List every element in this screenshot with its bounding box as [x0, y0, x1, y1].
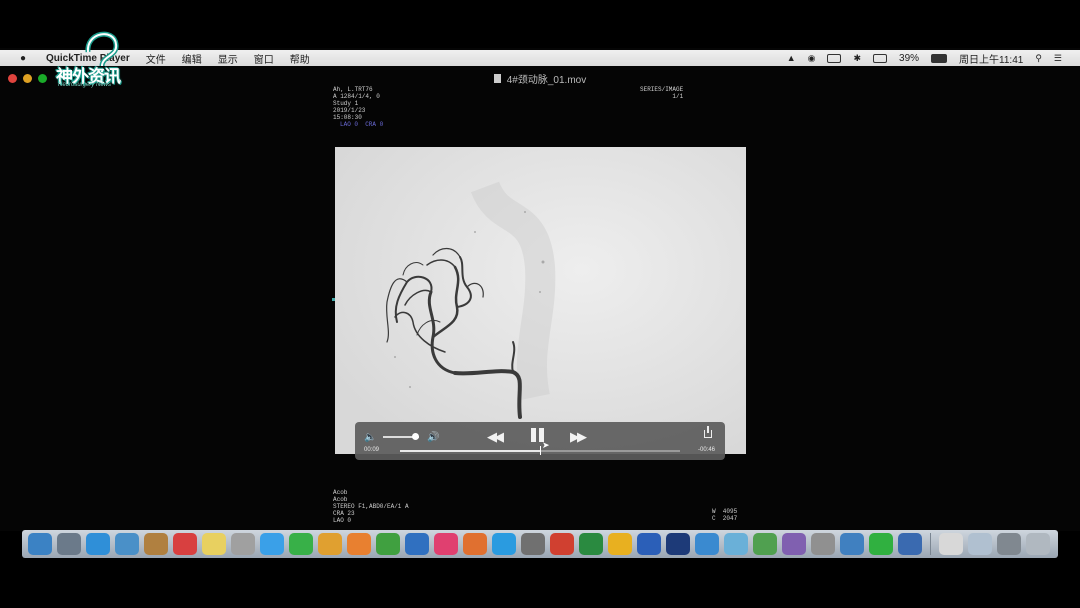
dock-ibooks-icon[interactable]	[463, 533, 487, 555]
dock-folder-icon[interactable]	[695, 533, 719, 555]
dock-preview-icon[interactable]	[115, 533, 139, 555]
spotlight-search-icon[interactable]: ⚲	[1035, 53, 1042, 64]
menu-view[interactable]: 显示	[218, 51, 238, 66]
dicom-window-level: W 4095 C 2047	[712, 508, 738, 522]
apple-menu-icon[interactable]: ●	[18, 53, 28, 64]
notification-center-icon[interactable]: ☰	[1054, 53, 1062, 64]
battery-percent: 39%	[899, 52, 920, 64]
dicom-series-info: SERIES/IMAGE 1/1	[640, 86, 684, 100]
movie-file-icon	[493, 73, 501, 83]
dock-safari-icon[interactable]	[86, 533, 110, 555]
dock-stickies-icon[interactable]	[202, 533, 226, 555]
dock-facetime-icon[interactable]	[289, 533, 313, 555]
playback-controls[interactable]: 🔈 🔊 ◀◀ ▶▶ 00:09 -00:46	[355, 422, 725, 460]
volume-high-icon[interactable]: 🔊	[427, 432, 439, 443]
dock-itunes-icon[interactable]	[434, 533, 458, 555]
scrubber-playhead[interactable]	[540, 446, 541, 455]
dock-pdf-icon[interactable]	[550, 533, 574, 555]
volume-knob[interactable]	[412, 433, 420, 440]
battery-icon[interactable]	[931, 53, 948, 63]
video-frame[interactable]	[335, 147, 746, 454]
dock-excel-icon[interactable]	[579, 533, 603, 555]
dock-iqiyi-icon[interactable]	[869, 533, 893, 555]
dicom-acquisition-info: Acob Acob STEREO F1,ABD0/EA/1 A CRA 23 L…	[333, 489, 409, 524]
sync-icon[interactable]: ◉	[808, 53, 816, 64]
dock-calendar-icon[interactable]	[173, 533, 197, 555]
dicom-angle-info: LAO 0 CRA 0	[340, 121, 384, 128]
dock-pages-icon[interactable]	[347, 533, 371, 555]
dock-document-icon[interactable]	[939, 533, 963, 555]
volume-low-icon[interactable]: 🔈	[364, 432, 376, 443]
share-icon[interactable]	[704, 426, 712, 438]
dock-scanner-icon[interactable]	[811, 533, 835, 555]
dock-numbers-icon[interactable]	[376, 533, 400, 555]
bluetooth-icon[interactable]: ✱	[853, 53, 861, 64]
dock-finder-icon[interactable]	[28, 533, 52, 555]
dock-word-icon[interactable]	[637, 533, 661, 555]
menu-window[interactable]: 窗口	[254, 51, 274, 66]
edge-marker	[332, 298, 335, 301]
menu-file[interactable]: 文件	[146, 51, 166, 66]
dock-downloads-icon[interactable]	[997, 533, 1021, 555]
dock-preferences-icon[interactable]	[521, 533, 545, 555]
window-title-bar: 4#颈动脉_01.mov	[0, 70, 1080, 86]
rewind-button[interactable]: ◀◀	[487, 429, 504, 445]
dock-iphoto-icon[interactable]	[724, 533, 748, 555]
dock	[22, 530, 1058, 558]
mouse-cursor-icon: ➤	[542, 440, 550, 450]
dock-trash-icon[interactable]	[1026, 533, 1050, 555]
dock-messages-icon[interactable]	[260, 533, 284, 555]
dock-separator	[930, 533, 931, 555]
menu-edit[interactable]: 编辑	[182, 51, 202, 66]
dock-contacts-icon[interactable]	[231, 533, 255, 555]
window-title: 4#颈动脉_01.mov	[506, 74, 587, 86]
dock-photoshop-icon[interactable]	[666, 533, 690, 555]
dock-wps-icon[interactable]	[608, 533, 632, 555]
dock-network-icon[interactable]	[840, 533, 864, 555]
scrubber-progress	[400, 450, 540, 452]
dock-quicktime-icon[interactable]	[898, 533, 922, 555]
menu-help[interactable]: 帮助	[290, 51, 310, 66]
dock-notes-icon[interactable]	[144, 533, 168, 555]
input-method-icon[interactable]	[873, 53, 888, 63]
menu-bar: ● QuickTime Player 文件 编辑 显示 窗口 帮助 ▲ ◉ ✱ …	[0, 50, 1080, 66]
dicom-patient-info: Ah, L.TRT76 A 1284/1/4, 0 Study 1 2019/1…	[333, 86, 380, 121]
time-elapsed: 00:09	[364, 447, 380, 453]
dock-keynote-icon[interactable]	[405, 533, 429, 555]
dock-appstore-icon[interactable]	[492, 533, 516, 555]
dock-launchpad-icon[interactable]	[57, 533, 81, 555]
airplay-icon[interactable]: ▲	[787, 53, 796, 63]
dock-screen-icon[interactable]	[968, 533, 992, 555]
dock-books-icon[interactable]	[782, 533, 806, 555]
angiogram-image	[335, 147, 746, 454]
status-area: ▲ ◉ ✱ 39% 周日上午11:41 ⚲ ☰	[787, 51, 1062, 66]
display-icon[interactable]	[827, 53, 842, 63]
clock[interactable]: 周日上午11:41	[959, 51, 1023, 66]
dock-maps-icon[interactable]	[753, 533, 777, 555]
fast-forward-button[interactable]: ▶▶	[570, 429, 587, 445]
time-remaining: -00:46	[697, 447, 715, 453]
dock-photos-icon[interactable]	[318, 533, 342, 555]
